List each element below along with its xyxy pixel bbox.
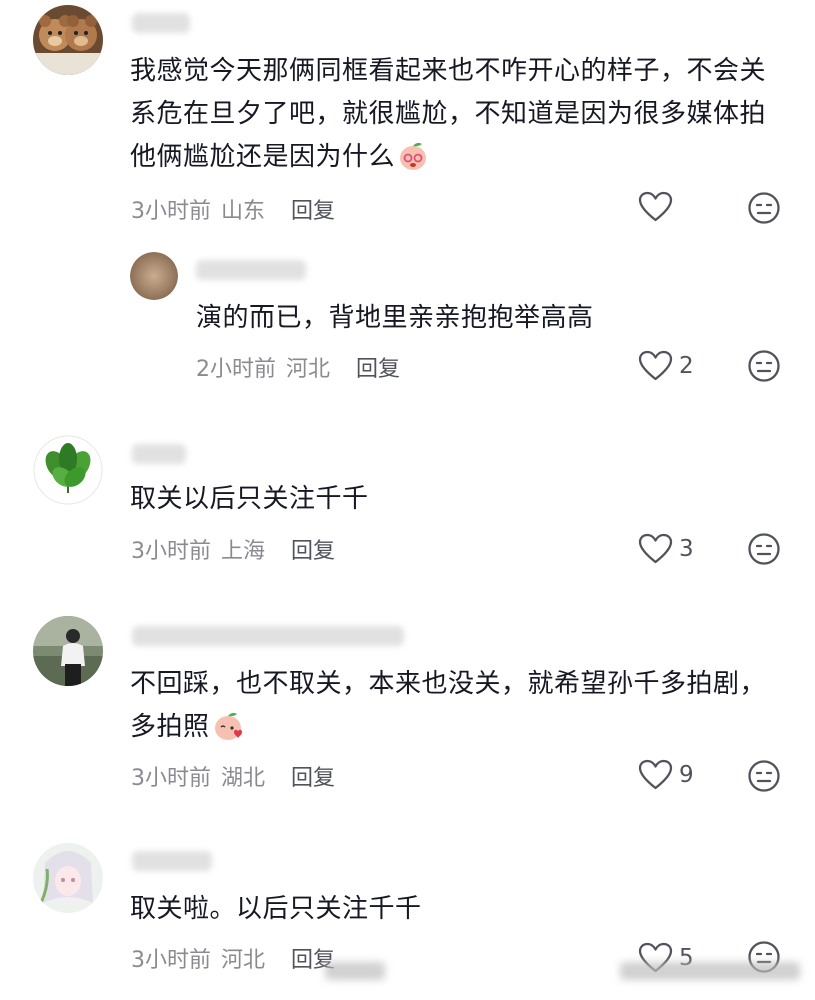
- comment-text-content: 取关啦。以后只关注千千: [130, 894, 422, 924]
- comment-text: 我感觉今天那俩同框看起来也不咋开心的样子，不会关系危在旦夕了吧，就很尴尬，不知道…: [130, 50, 780, 186]
- watermark: [620, 962, 800, 980]
- location: 山东: [221, 199, 266, 224]
- avatar[interactable]: [33, 435, 103, 505]
- dislike-button[interactable]: [747, 191, 781, 229]
- comment-meta: 3小时前 湖北 回复: [131, 760, 335, 792]
- neutral-face-icon: [748, 350, 780, 382]
- teddy-bear-avatar-icon: [33, 5, 103, 75]
- comment-text: 不回踩，也不取关，本来也没关，就希望孙千多拍剧，多拍照: [130, 663, 780, 756]
- like-count: 9: [679, 762, 694, 788]
- avatar[interactable]: [33, 5, 103, 75]
- like-count: 2: [679, 353, 694, 379]
- neutral-face-icon: [748, 533, 780, 565]
- anime-girl-avatar-icon: [33, 843, 103, 913]
- comment-text: 演的而已，背地里亲亲抱抱举高高: [196, 297, 756, 340]
- blurred-avatar-icon: [130, 252, 178, 300]
- dislike-button[interactable]: [747, 532, 781, 570]
- like-button[interactable]: 2: [638, 350, 694, 382]
- avatar[interactable]: [130, 252, 178, 300]
- heart-icon: [638, 759, 673, 790]
- comment-text-content: 取关以后只关注千千: [130, 484, 369, 514]
- dislike-button[interactable]: [747, 349, 781, 387]
- location: 上海: [221, 539, 266, 564]
- username[interactable]: [132, 851, 212, 871]
- username[interactable]: [132, 444, 186, 464]
- avatar[interactable]: [33, 843, 103, 913]
- comment-text: 取关啦。以后只关注千千: [130, 888, 780, 931]
- watermark: [325, 962, 385, 980]
- like-count: 3: [679, 536, 694, 562]
- comment-text-content: 演的而已，背地里亲亲抱抱举高高: [196, 303, 594, 333]
- username[interactable]: [132, 13, 190, 33]
- heart-icon: [638, 191, 673, 222]
- location: 湖北: [221, 766, 266, 791]
- like-button[interactable]: 3: [638, 533, 694, 565]
- neutral-face-icon: [748, 192, 780, 224]
- username[interactable]: [132, 626, 404, 646]
- dislike-button[interactable]: [747, 759, 781, 797]
- location: 河北: [221, 948, 266, 973]
- neutral-face-icon: [748, 760, 780, 792]
- timestamp: 2小时前: [196, 357, 276, 382]
- avatar[interactable]: [33, 616, 103, 686]
- location: 河北: [286, 357, 331, 382]
- comment-meta: 3小时前 山东 回复: [131, 193, 335, 225]
- timestamp: 3小时前: [131, 766, 211, 791]
- timestamp: 3小时前: [131, 199, 211, 224]
- reply-button[interactable]: 回复: [291, 193, 335, 225]
- timestamp: 3小时前: [131, 948, 211, 973]
- comment-meta: 3小时前 上海 回复: [131, 533, 335, 565]
- like-button[interactable]: [638, 191, 673, 223]
- comment-text-content: 我感觉今天那俩同框看起来也不咋开心的样子，不会关系危在旦夕了吧，就很尴尬，不知道…: [130, 56, 767, 172]
- heart-icon: [638, 350, 673, 381]
- green-leaves-avatar-icon: [33, 435, 103, 505]
- comment-meta: 3小时前 河北 回复: [131, 942, 335, 974]
- username[interactable]: [196, 260, 306, 280]
- timestamp: 3小时前: [131, 539, 211, 564]
- reply-button[interactable]: 回复: [356, 351, 400, 383]
- comment-text: 取关以后只关注千千: [130, 478, 780, 521]
- comment-meta: 2小时前 河北 回复: [196, 351, 400, 383]
- reply-button[interactable]: 回复: [291, 760, 335, 792]
- reply-button[interactable]: 回复: [291, 533, 335, 565]
- person-photo-avatar-icon: [33, 616, 103, 686]
- like-button[interactable]: 9: [638, 759, 694, 791]
- peach-shy-emoji-icon: [397, 140, 429, 186]
- heart-icon: [638, 533, 673, 564]
- peach-love-emoji-icon: [212, 710, 244, 756]
